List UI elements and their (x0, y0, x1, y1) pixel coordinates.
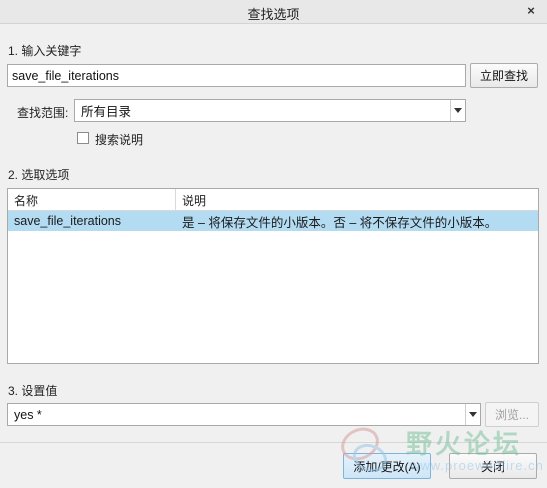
search-description-label: 搜索说明 (95, 133, 144, 147)
table-row[interactable]: save_file_iterations 是 – 将保存文件的小版本。否 – 将… (8, 211, 538, 231)
option-name-cell: save_file_iterations (14, 214, 122, 228)
footer-divider (0, 442, 547, 443)
dialog-titlebar: 查找选项 × (0, 0, 547, 24)
chevron-down-icon[interactable] (450, 100, 465, 121)
column-header-description[interactable]: 说明 (176, 189, 536, 211)
dialog-title: 查找选项 (247, 7, 300, 22)
options-section-label: 2. 选取选项 (8, 168, 70, 182)
value-select[interactable]: yes * (7, 403, 481, 426)
browse-button[interactable]: 浏览... (485, 402, 539, 427)
chevron-down-icon[interactable] (465, 404, 480, 425)
value-section-label: 3. 设置值 (8, 384, 58, 398)
keyword-input[interactable]: save_file_iterations (7, 64, 466, 87)
value-selected: yes * (14, 407, 42, 422)
search-now-button[interactable]: 立即查找 (470, 63, 538, 88)
scope-selected-value: 所有目录 (81, 105, 132, 119)
column-header-name[interactable]: 名称 (8, 189, 175, 211)
scope-select[interactable]: 所有目录 (74, 99, 466, 122)
search-description-checkbox[interactable] (77, 132, 89, 144)
close-icon[interactable]: × (523, 3, 539, 19)
add-change-button[interactable]: 添加/更改(A) (343, 453, 431, 479)
option-description-cell: 是 – 将保存文件的小版本。否 – 将不保存文件的小版本。 (182, 215, 498, 230)
close-button[interactable]: 关闭 (449, 453, 537, 479)
keyword-section-label: 1. 输入关键字 (8, 44, 82, 58)
options-list-header: 名称 说明 (8, 189, 538, 211)
scope-label: 查找范围: (17, 106, 69, 120)
options-list[interactable]: 名称 说明 save_file_iterations 是 – 将保存文件的小版本… (7, 188, 539, 364)
